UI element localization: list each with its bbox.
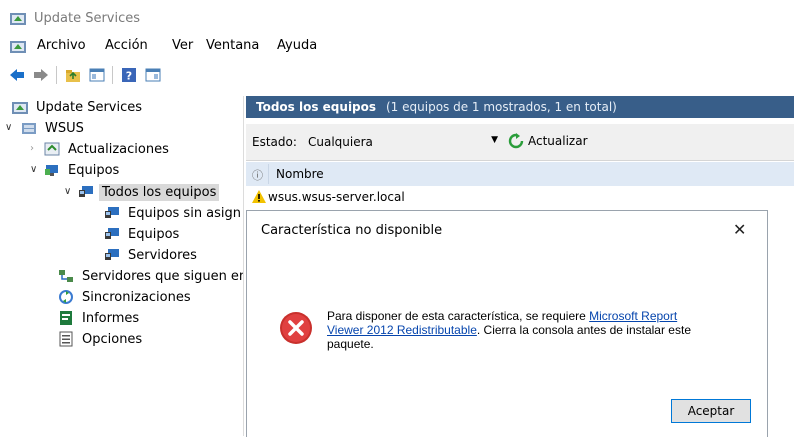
column-header: ⓘ Nombre bbox=[246, 162, 794, 187]
dropdown-arrow-icon: ▼ bbox=[491, 135, 498, 145]
menu-ayuda[interactable]: Ayuda bbox=[277, 38, 317, 53]
help-icon: ? bbox=[122, 68, 136, 83]
options-icon bbox=[59, 331, 73, 347]
computer-group-icon bbox=[105, 228, 119, 239]
dialog-title-bar: Característica no disponible ✕ bbox=[247, 211, 767, 249]
tree-item-informes[interactable]: Informes bbox=[58, 308, 142, 328]
tree-item-sincronizaciones[interactable]: Sincronizaciones bbox=[58, 287, 194, 307]
computers-icon bbox=[45, 165, 58, 176]
console-tree: Update Services ∨ WSUS › Actualizaciones… bbox=[0, 96, 244, 436]
reports-icon bbox=[60, 311, 72, 325]
menu-bar: Archivo Acción Ver Ventana Ayuda bbox=[0, 34, 794, 58]
menu-accion[interactable]: Acción bbox=[105, 38, 148, 53]
dialog-message-line3: paquete. bbox=[327, 337, 374, 351]
status-label: Estado: bbox=[252, 135, 297, 149]
folder-up-icon bbox=[66, 70, 80, 82]
back-button[interactable] bbox=[8, 66, 26, 84]
menu-ventana[interactable]: Ventana bbox=[206, 38, 259, 53]
info-column-header[interactable]: ⓘ bbox=[252, 167, 263, 183]
update-services-icon bbox=[12, 102, 28, 114]
status-dropdown[interactable]: Cualquiera ▼ bbox=[304, 131, 500, 151]
forward-button[interactable] bbox=[32, 66, 50, 84]
expand-todos-chevron[interactable]: ∨ bbox=[64, 186, 71, 197]
dialog-body: Para disponer de esta característica, se… bbox=[247, 249, 767, 437]
computer-group-icon bbox=[105, 207, 119, 218]
server-icon bbox=[22, 123, 36, 134]
toolbar: ? bbox=[0, 60, 794, 90]
status-dropdown-value: Cualquiera bbox=[308, 135, 373, 149]
tree-item-todos-los-equipos[interactable]: Todos los equipos bbox=[78, 182, 220, 202]
system-menu-icon[interactable] bbox=[10, 39, 26, 53]
up-level-button[interactable] bbox=[64, 66, 82, 84]
updates-icon bbox=[44, 142, 60, 156]
computer-group-icon bbox=[79, 186, 93, 197]
window-title: Update Services bbox=[34, 11, 141, 26]
computer-group-icon bbox=[105, 249, 119, 260]
title-bar: Update Services bbox=[0, 0, 794, 34]
synchronization-icon bbox=[59, 290, 73, 304]
forward-arrow-icon bbox=[34, 69, 48, 81]
dialog-title: Característica no disponible bbox=[261, 223, 443, 238]
computer-name-cell: wsus.wsus-server.local bbox=[268, 190, 405, 204]
filter-bar: Estado: Cualquiera ▼ Actualizar bbox=[246, 124, 794, 161]
action-pane-icon bbox=[145, 68, 161, 82]
svg-text:?: ? bbox=[126, 70, 132, 83]
downstream-servers-icon bbox=[59, 270, 73, 282]
tree-item-servidores-downstream[interactable]: Servidores que siguen en bbox=[58, 266, 243, 286]
expand-updates-chevron[interactable]: › bbox=[30, 143, 34, 154]
results-header: Todos los equipos (1 equipos de 1 mostra… bbox=[246, 96, 794, 118]
refresh-icon bbox=[508, 133, 524, 149]
refresh-label: Actualizar bbox=[528, 134, 588, 148]
menu-archivo[interactable]: Archivo bbox=[37, 38, 86, 53]
tree-item-grupo-equipos[interactable]: Equipos bbox=[104, 224, 182, 244]
console-tree-icon bbox=[89, 68, 105, 82]
back-arrow-icon bbox=[10, 69, 24, 81]
refresh-button[interactable]: Actualizar bbox=[508, 131, 588, 151]
dialog-close-button[interactable]: ✕ bbox=[733, 220, 746, 239]
tree-item-equipos-sin-asignar[interactable]: Equipos sin asign bbox=[104, 203, 243, 223]
show-hide-action-pane-button[interactable] bbox=[144, 66, 162, 84]
feature-unavailable-dialog: Característica no disponible ✕ Para disp… bbox=[246, 210, 768, 437]
tree-item-actualizaciones[interactable]: Actualizaciones bbox=[44, 139, 172, 159]
warning-icon bbox=[252, 190, 266, 203]
expand-wsus-chevron[interactable]: ∨ bbox=[5, 122, 12, 133]
name-column-header[interactable]: Nombre bbox=[276, 167, 324, 181]
table-row[interactable]: wsus.wsus-server.local bbox=[246, 186, 794, 208]
update-services-app-icon bbox=[10, 13, 26, 25]
menu-ver[interactable]: Ver bbox=[172, 38, 193, 53]
results-count: (1 equipos de 1 mostrados, 1 en total) bbox=[386, 100, 617, 114]
error-icon bbox=[280, 312, 312, 344]
dialog-message-suffix: . Cierra la consola antes de instalar es… bbox=[476, 323, 691, 337]
results-title: Todos los equipos bbox=[256, 100, 377, 114]
tree-item-wsus[interactable]: WSUS bbox=[21, 118, 87, 138]
tree-item-equipos[interactable]: Equipos bbox=[44, 160, 122, 180]
dialog-message: Para disponer de esta característica, se… bbox=[327, 309, 747, 351]
tree-item-servidores[interactable]: Servidores bbox=[104, 245, 200, 265]
tree-item-opciones[interactable]: Opciones bbox=[58, 329, 145, 349]
ok-button[interactable]: Aceptar bbox=[671, 399, 751, 423]
show-hide-tree-button[interactable] bbox=[88, 66, 106, 84]
dialog-message-prefix: Para disponer de esta característica, se… bbox=[327, 309, 590, 323]
help-button[interactable]: ? bbox=[120, 66, 138, 84]
expand-equipos-chevron[interactable]: ∨ bbox=[30, 164, 37, 175]
tree-item-update-services[interactable]: Update Services bbox=[12, 97, 145, 117]
